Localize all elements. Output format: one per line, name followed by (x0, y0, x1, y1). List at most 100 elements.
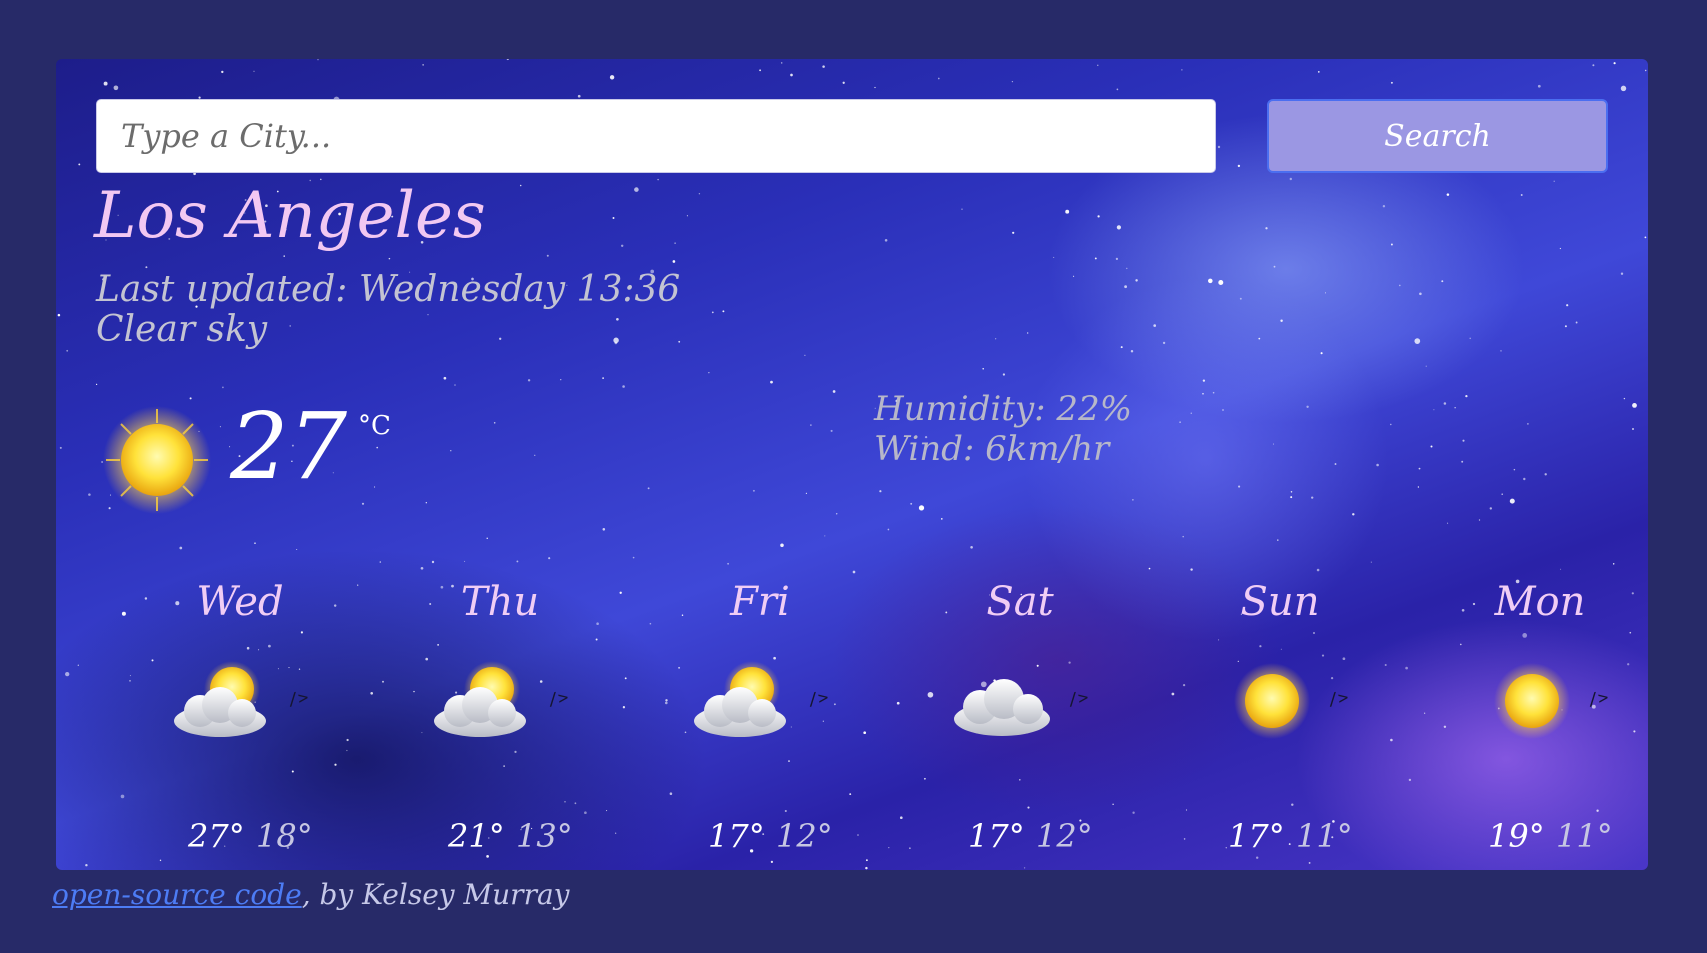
star (1183, 838, 1186, 840)
star (317, 59, 319, 61)
forecast-min-temp: 13° (516, 817, 573, 855)
star (1171, 692, 1175, 696)
star (804, 354, 806, 356)
star (937, 77, 940, 80)
star (427, 314, 429, 316)
star (824, 535, 826, 537)
star (842, 81, 845, 84)
star (759, 69, 761, 72)
star (1053, 256, 1055, 258)
star (1162, 341, 1166, 345)
star (1620, 85, 1627, 92)
forecast-max-temp: 27° (188, 817, 245, 855)
star (678, 340, 681, 343)
star (1489, 507, 1492, 510)
forecast-day-name: Wed (196, 579, 284, 625)
forecast-day: Sun /> 17° 11° (1200, 579, 1400, 870)
star (189, 397, 192, 400)
star (1424, 712, 1426, 714)
forecast-min-temp: 12° (776, 817, 833, 855)
star (506, 59, 509, 61)
star (560, 379, 562, 381)
star (1289, 177, 1293, 181)
star (1273, 265, 1276, 268)
forecast-day-name: Thu (460, 579, 540, 625)
star (909, 847, 911, 849)
star (283, 255, 285, 257)
star (1520, 194, 1523, 196)
star (1002, 373, 1006, 376)
star (657, 178, 659, 181)
forecast-day-name: Mon (1494, 579, 1586, 625)
forecast-day-mark: /> (546, 687, 570, 711)
star (879, 490, 882, 493)
forecast-min-temp: 11° (1296, 817, 1353, 855)
star (1317, 71, 1320, 73)
star (95, 383, 98, 386)
star (1182, 535, 1184, 538)
partly-cloudy-icon (174, 661, 266, 737)
star (649, 622, 652, 625)
star (711, 311, 714, 314)
forecast-min-temp: 12° (1036, 817, 1093, 855)
star (1306, 405, 1309, 408)
search-button[interactable]: Search (1267, 99, 1608, 173)
star (686, 215, 688, 217)
star (1398, 284, 1401, 287)
star (1222, 409, 1224, 411)
star (752, 489, 755, 492)
star (602, 528, 606, 531)
star (708, 372, 710, 374)
star (1465, 394, 1468, 398)
partly-cloudy-icon (434, 661, 526, 737)
star (874, 86, 876, 89)
star (1239, 297, 1242, 300)
star (1120, 346, 1123, 349)
star (493, 422, 496, 424)
star (613, 337, 619, 344)
city-search-input[interactable] (96, 99, 1216, 173)
star (431, 560, 435, 564)
city-name: Los Angeles (94, 179, 486, 253)
star (144, 597, 148, 600)
temperature-unit: °C (358, 411, 391, 441)
star (1316, 568, 1320, 572)
humidity: Humidity: 22% (874, 389, 1133, 429)
star (1094, 257, 1097, 260)
star (1478, 519, 1481, 521)
forecast-day: Wed /> 27° 18° (160, 579, 360, 870)
star (296, 548, 298, 551)
star (388, 257, 391, 260)
star (1290, 496, 1293, 499)
star (1115, 257, 1119, 261)
star (129, 675, 131, 677)
star (852, 570, 856, 574)
star (1566, 304, 1569, 307)
star (289, 325, 291, 327)
star (1454, 407, 1456, 409)
star (612, 217, 615, 219)
star (647, 487, 650, 490)
star (1011, 80, 1014, 83)
star (622, 385, 625, 388)
star (1620, 272, 1624, 275)
star (546, 254, 549, 257)
star (145, 266, 148, 269)
star (1290, 491, 1293, 493)
star (1447, 522, 1449, 524)
star (810, 424, 812, 426)
cloud-icon (954, 679, 1050, 736)
star (1544, 473, 1547, 476)
star (790, 73, 793, 77)
star (616, 317, 619, 321)
open-source-code-link[interactable]: open-source code (52, 878, 302, 911)
star (548, 557, 551, 560)
star (634, 187, 639, 192)
star (1613, 62, 1616, 65)
star (57, 313, 61, 317)
star (1073, 275, 1075, 277)
star (602, 377, 604, 379)
star (66, 349, 69, 352)
weather-description: Clear sky (96, 309, 268, 350)
forecast-day-name: Sun (1240, 579, 1320, 625)
